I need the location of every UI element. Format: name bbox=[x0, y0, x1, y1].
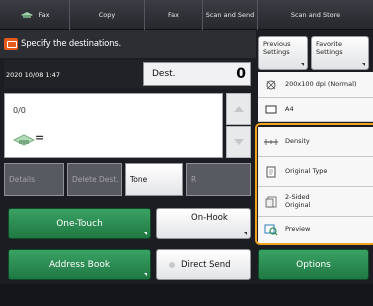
button-label: One-Touch bbox=[56, 218, 103, 229]
button-label: Favorite Settings bbox=[316, 40, 343, 56]
details-button[interactable]: Details bbox=[4, 163, 64, 196]
address-book-button[interactable]: Address Book bbox=[8, 249, 151, 280]
tone-button[interactable]: Tone bbox=[125, 163, 183, 196]
favorite-settings-button[interactable]: Favorite Settings bbox=[311, 36, 369, 70]
setting-label: 200x100 dpi (Normal) bbox=[285, 79, 357, 88]
toggle-indicator-icon bbox=[169, 261, 175, 268]
tab-scan-and-store[interactable]: Scan and Store bbox=[258, 0, 373, 30]
dest-count: 0 bbox=[236, 66, 246, 82]
menu-corner-icon bbox=[144, 232, 147, 235]
destination-counter: Dest. 0 bbox=[143, 62, 251, 86]
instruction-header: Specify the destinations. bbox=[0, 30, 256, 58]
tab-label: Scan and Store bbox=[290, 11, 341, 19]
highlight-frame bbox=[255, 123, 373, 245]
on-hook-button[interactable]: On-Hook bbox=[156, 208, 251, 239]
resolution-setting[interactable]: 200x100 dpi (Normal) bbox=[258, 72, 373, 98]
destination-page-count: 0/0 bbox=[13, 106, 26, 115]
button-label: Delete Dest. bbox=[72, 175, 119, 184]
direct-send-toggle[interactable]: Direct Send bbox=[156, 249, 251, 280]
dest-label: Dest. bbox=[152, 69, 176, 79]
menu-corner-icon bbox=[301, 63, 304, 66]
tab-label: Fax bbox=[168, 11, 179, 19]
datetime: 2020 10/08 1:47 bbox=[6, 70, 61, 79]
chevron-down-icon bbox=[233, 139, 244, 145]
tab-scan-and-send[interactable]: Scan and Send bbox=[203, 0, 258, 30]
previous-settings-button[interactable]: Previous Settings bbox=[258, 36, 308, 70]
tab-label: Fax bbox=[38, 11, 50, 19]
button-label: Options bbox=[296, 259, 331, 270]
tab-fax[interactable]: Fax bbox=[145, 0, 203, 30]
destination-list[interactable]: 0/0 = bbox=[4, 93, 223, 158]
scroll-up-button[interactable] bbox=[226, 93, 251, 125]
scroll-down-button[interactable] bbox=[226, 126, 251, 158]
chevron-up-icon bbox=[233, 106, 244, 112]
button-label: Direct Send bbox=[181, 259, 231, 270]
menu-corner-icon bbox=[144, 273, 147, 276]
button-label: R bbox=[191, 175, 197, 184]
delete-dest-button[interactable]: Delete Dest. bbox=[67, 163, 122, 196]
paper-size-setting[interactable]: A4 bbox=[258, 98, 373, 122]
setting-label: A4 bbox=[285, 104, 294, 113]
menu-corner-icon bbox=[244, 232, 247, 235]
resolution-icon bbox=[264, 79, 278, 91]
top-tab-bar: Fax Copy Fax Scan and Send Scan and Stor… bbox=[0, 0, 373, 30]
tab-label: Copy bbox=[98, 11, 116, 19]
r-button[interactable]: R bbox=[186, 163, 251, 196]
fax-destination-icon bbox=[13, 134, 35, 146]
options-button[interactable]: Options bbox=[258, 249, 369, 280]
button-label: Address Book bbox=[48, 259, 111, 270]
menu-corner-icon bbox=[362, 63, 365, 66]
paper-size-icon bbox=[264, 104, 278, 116]
one-touch-button[interactable]: One-Touch bbox=[8, 208, 151, 239]
tab-fax-home[interactable]: Fax bbox=[0, 0, 70, 30]
button-label: Details bbox=[9, 175, 36, 184]
button-label: Previous Settings bbox=[263, 40, 291, 56]
fax-machine-icon bbox=[20, 11, 33, 18]
bottom-bar bbox=[0, 284, 373, 306]
instruction-text: Specify the destinations. bbox=[21, 39, 122, 49]
button-label: On-Hook bbox=[191, 213, 228, 223]
destination-value: = bbox=[35, 131, 45, 144]
tab-label: Scan and Send bbox=[205, 11, 255, 19]
tab-copy[interactable]: Copy bbox=[70, 0, 145, 30]
status-bar: 2020 10/08 1:47 Dest. 0 bbox=[4, 60, 251, 89]
warning-icon bbox=[4, 38, 18, 50]
button-label: Tone bbox=[130, 175, 148, 184]
